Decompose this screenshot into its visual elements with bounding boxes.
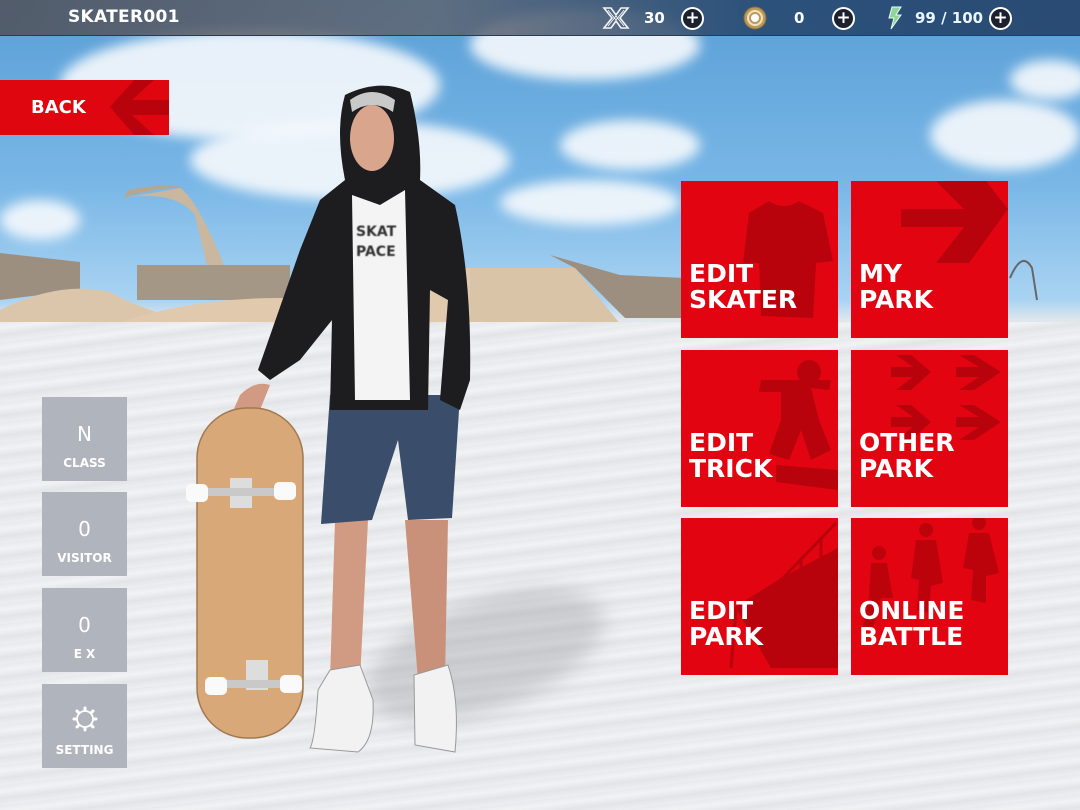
label-line-2: SKATER [689, 285, 798, 314]
coins-value: 0 [794, 9, 805, 27]
wheel [280, 675, 302, 693]
back-button[interactable]: BACK [0, 80, 169, 135]
ex-label: EX [73, 647, 100, 661]
resource-x-points: 30 [602, 5, 665, 31]
plus-icon: + [836, 8, 851, 28]
axle [196, 488, 284, 496]
edit-park-button[interactable]: EDIT PARK [681, 518, 838, 675]
label-line-1: EDIT [689, 596, 754, 625]
label-line-2: PARK [689, 622, 763, 651]
label-line-1: MY [859, 259, 902, 288]
label-line-1: ONLINE [859, 596, 965, 625]
arrow-left-icon [110, 80, 169, 135]
ex-value: 0 [78, 613, 91, 637]
label-line-1: EDIT [689, 259, 754, 288]
label-line-1: OTHER [859, 428, 955, 457]
label-line-2: PARK [859, 454, 933, 483]
my-park-label: MY PARK [859, 261, 933, 313]
wheel [186, 484, 208, 502]
add-energy-button[interactable]: + [989, 7, 1012, 30]
label-line-2: BATTLE [859, 622, 964, 651]
back-label: BACK [31, 97, 86, 118]
x-logo-icon [602, 7, 630, 29]
online-battle-button[interactable]: ONLINE BATTLE [851, 518, 1008, 675]
coin-icon [743, 6, 767, 30]
class-value: N [77, 422, 92, 446]
stat-ex: 0 EX [42, 588, 127, 672]
edit-trick-button[interactable]: EDIT TRICK [681, 350, 838, 507]
edit-skater-label: EDIT SKATER [689, 261, 797, 313]
x-points-value: 30 [644, 9, 665, 27]
other-park-label: OTHER PARK [859, 430, 955, 482]
edit-trick-label: EDIT TRICK [689, 430, 772, 482]
class-label: CLASS [63, 456, 106, 470]
lightning-icon [888, 6, 902, 30]
stat-visitor: 0 VISITOR [42, 492, 127, 576]
resource-energy: 99 / 100 [887, 5, 983, 31]
my-park-button[interactable]: MY PARK [851, 181, 1008, 338]
top-bar: SKATER001 30 + 0 + 99 / 100 + [0, 0, 1080, 36]
setting-label: SETTING [55, 743, 114, 757]
edit-skater-button[interactable]: EDIT SKATER [681, 181, 838, 338]
energy-value: 99 / 100 [915, 9, 984, 27]
online-battle-label: ONLINE BATTLE [859, 598, 964, 650]
gear-icon [72, 706, 98, 732]
other-park-button[interactable]: OTHER PARK [851, 350, 1008, 507]
setting-button[interactable]: SETTING [42, 684, 127, 768]
stat-class: N CLASS [42, 397, 127, 481]
plus-icon: + [993, 8, 1008, 28]
label-line-2: TRICK [689, 454, 773, 483]
add-x-points-button[interactable]: + [681, 7, 704, 30]
edit-park-label: EDIT PARK [689, 598, 763, 650]
visitor-label: VISITOR [57, 551, 112, 565]
add-coins-button[interactable]: + [832, 7, 855, 30]
player-name: SKATER001 [68, 7, 180, 27]
visitor-value: 0 [78, 517, 91, 541]
plus-icon: + [685, 8, 700, 28]
label-line-1: EDIT [689, 428, 754, 457]
wheel [205, 677, 227, 695]
resource-coins: 0 [743, 5, 804, 31]
wheel [274, 482, 296, 500]
label-line-2: PARK [859, 285, 933, 314]
